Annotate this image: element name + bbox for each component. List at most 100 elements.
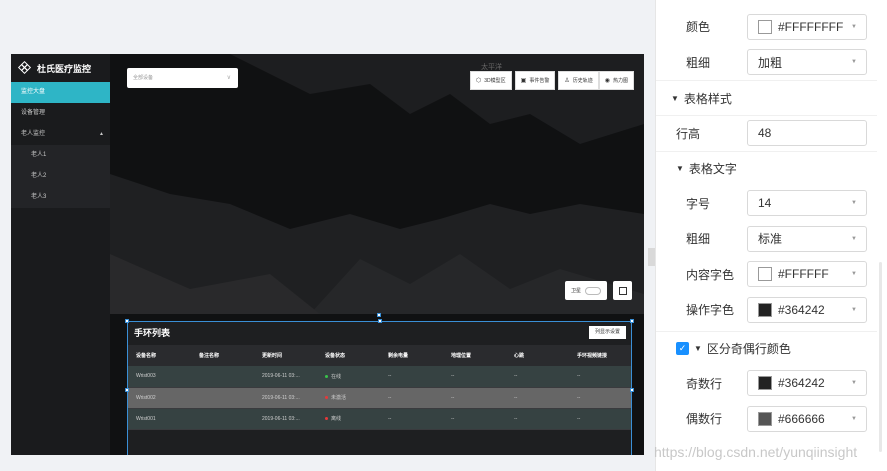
content-color-picker[interactable]: #FFFFFF ▼ bbox=[747, 261, 867, 288]
setting-border-weight: 粗细 加粗 ▼ bbox=[656, 45, 877, 81]
action-color-picker[interactable]: #364242 ▼ bbox=[747, 296, 867, 323]
color-value: #364242 bbox=[778, 376, 825, 391]
status-dot-icon bbox=[325, 396, 328, 400]
sidebar-item-elder-monitor[interactable]: 老人监控 ▲ bbox=[11, 124, 110, 145]
resize-handle-ne[interactable] bbox=[630, 319, 634, 323]
setting-text-weight: 粗细 标准 ▼ bbox=[656, 221, 877, 257]
sidebar-item-devices[interactable]: 设备管理 bbox=[11, 103, 110, 124]
cell-video-link[interactable]: -- bbox=[569, 408, 631, 430]
heatmap-icon: ◉ bbox=[604, 78, 610, 84]
border-color-picker[interactable]: #FFFFFFFF ▼ bbox=[747, 13, 867, 40]
cell-heartbeat: -- bbox=[506, 366, 569, 388]
cell-battery: -- bbox=[380, 408, 443, 430]
device-select-value: 全部设备 bbox=[133, 75, 154, 81]
model-3d-button[interactable]: ⬡ 3D模型区 bbox=[469, 71, 512, 90]
fullscreen-button[interactable] bbox=[613, 281, 632, 300]
dashboard-preview: 杜氏医疗监控 监控大盘 设备管理 老人监控 ▲ 老人1 老人2 老人3 全部设备… bbox=[11, 54, 644, 455]
fullscreen-icon bbox=[618, 286, 627, 295]
setting-label: 操作字色 bbox=[686, 303, 735, 318]
setting-label: 粗细 bbox=[686, 232, 711, 247]
font-size-select[interactable]: 14 ▼ bbox=[747, 190, 867, 217]
sidebar-item-elder-2[interactable]: 老人2 bbox=[11, 166, 110, 187]
cell-heartbeat: -- bbox=[506, 387, 569, 409]
sidebar-item-elder-1[interactable]: 老人1 bbox=[11, 145, 110, 166]
color-value: #FFFFFFFF bbox=[778, 19, 844, 34]
table-row[interactable]: Wrist003 2019-06-11 03:... 在线 -- -- -- -… bbox=[128, 366, 631, 388]
scrollbar-thumb[interactable] bbox=[879, 262, 882, 452]
setting-border-color: 颜色 #FFFFFFFF ▼ bbox=[656, 9, 877, 45]
caret-up-icon: ▲ bbox=[99, 131, 104, 137]
select-value: 标准 bbox=[758, 232, 783, 247]
chevron-down-icon: ▼ bbox=[851, 235, 857, 242]
resize-handle-w[interactable] bbox=[125, 388, 129, 392]
col-battery[interactable]: 剩余电量 bbox=[380, 345, 443, 366]
cell-status: 在线 bbox=[317, 366, 380, 388]
color-swatch bbox=[758, 302, 772, 317]
person-icon: ♙ bbox=[564, 78, 570, 84]
collapse-triangle-icon: ▼ bbox=[694, 344, 702, 353]
color-swatch bbox=[758, 267, 772, 282]
sidebar: 杜氏医疗监控 监控大盘 设备管理 老人监控 ▲ 老人1 老人2 老人3 bbox=[11, 54, 110, 455]
even-row-color-picker[interactable]: #666666 ▼ bbox=[747, 405, 867, 432]
layer-toggle-group: ♙ 历史轨迹 ◉ 热力图 bbox=[558, 71, 634, 90]
col-status[interactable]: 设备状态 bbox=[317, 345, 380, 366]
event-alert-button[interactable]: ▣ 事件告警 bbox=[514, 71, 556, 90]
cell-update-time: 2019-06-11 03:... bbox=[254, 408, 317, 430]
collapse-triangle-icon: ▼ bbox=[671, 93, 679, 103]
column-settings-button[interactable]: 列显示设置 bbox=[588, 326, 626, 339]
col-update-time[interactable]: 更新时间 bbox=[254, 345, 317, 366]
wristband-list-panel[interactable]: 手环列表 列显示设置 设备名称 备注名称 更新时间 设备状态 剩余电量 地理位置… bbox=[125, 319, 634, 455]
setting-action-color: 操作字色 #364242 ▼ bbox=[656, 292, 877, 328]
sidebar-item-elder-3[interactable]: 老人3 bbox=[11, 187, 110, 208]
cell-video-link[interactable]: -- bbox=[569, 387, 631, 409]
setting-even-row-color: 偶数行 #666666 ▼ bbox=[656, 401, 877, 437]
map-main: 全部设备 ∨ 太平洋 ⬡ 3D模型区 ▣ 事件告警 ♙ 历史轨迹 ◉ 热力图 卫… bbox=[110, 54, 644, 455]
section-table-style[interactable]: ▼ 表格样式 bbox=[656, 80, 877, 115]
chevron-down-icon: ▼ bbox=[851, 23, 857, 30]
setting-font-size: 字号 14 ▼ bbox=[656, 186, 877, 222]
cell-video-link[interactable]: -- bbox=[569, 366, 631, 388]
satellite-switch[interactable] bbox=[585, 286, 602, 295]
border-weight-select[interactable]: 加粗 ▼ bbox=[747, 49, 867, 76]
zebra-checkbox[interactable]: ✓ bbox=[676, 342, 689, 355]
map-toolbar: ⬡ 3D模型区 ▣ 事件告警 ♙ 历史轨迹 ◉ 热力图 bbox=[467, 71, 634, 90]
color-value: #364242 bbox=[778, 302, 825, 317]
resize-handle-nw[interactable] bbox=[125, 319, 129, 323]
chevron-down-icon: ▼ bbox=[851, 380, 857, 387]
table-row[interactable]: Wrist001 2019-06-11 03:... 离线 -- -- -- -… bbox=[128, 408, 631, 430]
cell-remark bbox=[191, 366, 254, 388]
color-swatch bbox=[758, 376, 772, 391]
device-select[interactable]: 全部设备 ∨ bbox=[127, 68, 238, 88]
history-track-button[interactable]: ♙ 历史轨迹 bbox=[558, 71, 599, 90]
chevron-down-icon: ▼ bbox=[851, 415, 857, 422]
heatmap-button[interactable]: ◉ 热力图 bbox=[598, 71, 634, 90]
col-video-link[interactable]: 手环视频链接 bbox=[569, 345, 631, 366]
col-remark[interactable]: 备注名称 bbox=[191, 345, 254, 366]
status-dot-icon bbox=[325, 417, 328, 421]
resize-handle-n[interactable] bbox=[378, 319, 382, 323]
cell-battery: -- bbox=[380, 387, 443, 409]
section-table-text[interactable]: ▼ 表格文字 bbox=[656, 150, 877, 186]
setting-label: 粗细 bbox=[686, 55, 711, 70]
col-device-name[interactable]: 设备名称 bbox=[128, 345, 191, 366]
table-row[interactable]: Wrist002 2019-06-11 03:... 未激活 -- -- -- … bbox=[128, 387, 631, 409]
satellite-toggle-control[interactable]: 卫星 bbox=[565, 281, 607, 300]
cell-device-name: Wrist002 bbox=[128, 387, 191, 409]
move-handle[interactable] bbox=[377, 313, 381, 317]
wristband-table: 设备名称 备注名称 更新时间 设备状态 剩余电量 地理位置 心跳 手环视频链接 bbox=[128, 345, 631, 430]
col-heartbeat[interactable]: 心跳 bbox=[506, 345, 569, 366]
setting-label: 内容字色 bbox=[686, 267, 735, 282]
setting-row-height: 行高 48 bbox=[656, 115, 877, 151]
resize-handle-e[interactable] bbox=[630, 388, 634, 392]
odd-row-color-picker[interactable]: #364242 ▼ bbox=[747, 370, 867, 397]
row-height-input[interactable]: 48 bbox=[747, 120, 867, 147]
section-zebra-rows[interactable]: ✓ ▼ 区分奇偶行颜色 bbox=[656, 330, 877, 366]
text-weight-select[interactable]: 标准 ▼ bbox=[747, 225, 867, 252]
chevron-down-icon: ▼ bbox=[851, 200, 857, 207]
col-location[interactable]: 地理位置 bbox=[443, 345, 506, 366]
app-title: 杜氏医疗监控 bbox=[37, 63, 92, 74]
sidebar-item-dashboard[interactable]: 监控大盘 bbox=[11, 82, 110, 103]
setting-label: 奇数行 bbox=[686, 376, 723, 391]
panel-title: 手环列表 bbox=[134, 328, 171, 338]
status-text: 离线 bbox=[331, 416, 342, 422]
